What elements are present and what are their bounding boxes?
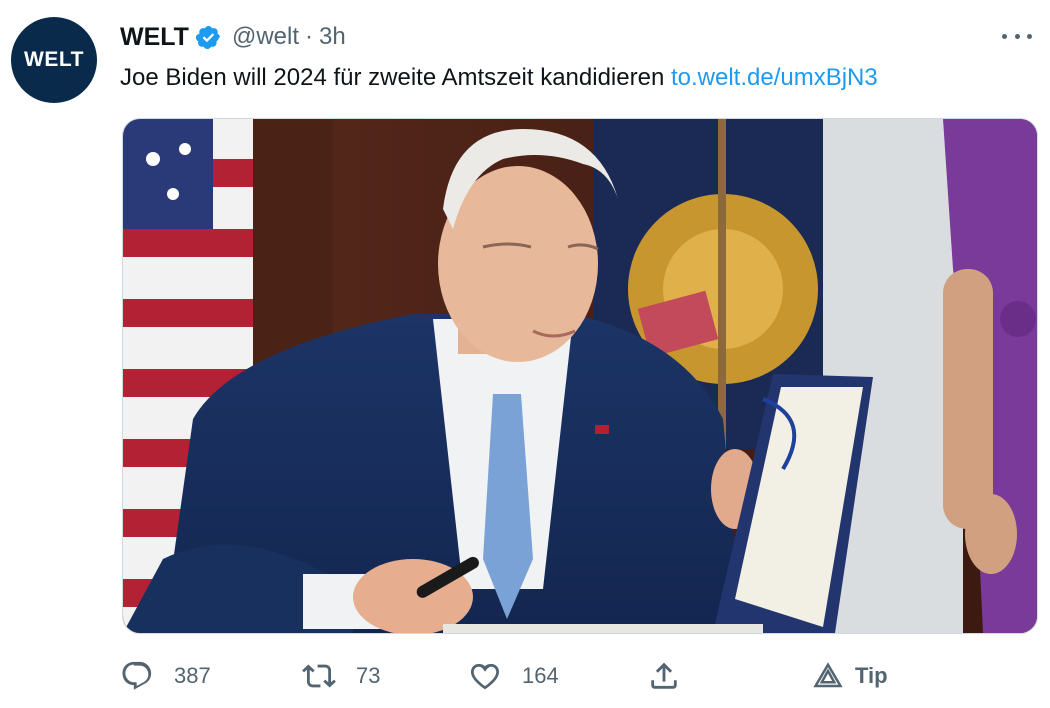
avatar-text: WELT (24, 48, 84, 71)
retweet-button[interactable]: 73 (302, 654, 380, 698)
retweet-icon (302, 664, 336, 688)
retweet-count: 73 (356, 663, 381, 688)
tweet-link[interactable]: to.welt.de/umxBjN3 (671, 64, 878, 91)
tip-button[interactable]: Tip (813, 654, 888, 698)
tip-icon (813, 662, 843, 688)
reply-icon (122, 661, 152, 690)
avatar[interactable]: WELT (11, 17, 97, 103)
photo-illustration (123, 119, 1037, 633)
more-dots-icon[interactable] (1002, 24, 1032, 48)
author-name[interactable]: WELT (120, 23, 189, 52)
tweet-text: Joe Biden will 2024 für zweite Amtszeit … (120, 62, 878, 94)
separator-dot: · (305, 23, 314, 50)
tweet-body: Joe Biden will 2024 für zweite Amtszeit … (120, 64, 665, 91)
tweet-header: WELT @welt · 3h (120, 20, 346, 54)
author-handle[interactable]: @welt (232, 23, 299, 51)
like-count: 164 (522, 663, 559, 688)
heart-icon (470, 663, 500, 690)
like-button[interactable]: 164 (468, 654, 559, 698)
tip-label: Tip (855, 663, 888, 688)
reply-count: 387 (174, 663, 211, 688)
reply-button[interactable]: 387 (120, 654, 211, 698)
verified-badge-icon (195, 25, 220, 49)
share-icon (651, 662, 677, 689)
action-bar: 387 73 164 Tip (120, 654, 900, 698)
tweet-photo[interactable] (122, 118, 1038, 634)
tweet-time[interactable]: 3h (319, 23, 346, 51)
share-button[interactable] (647, 654, 681, 698)
